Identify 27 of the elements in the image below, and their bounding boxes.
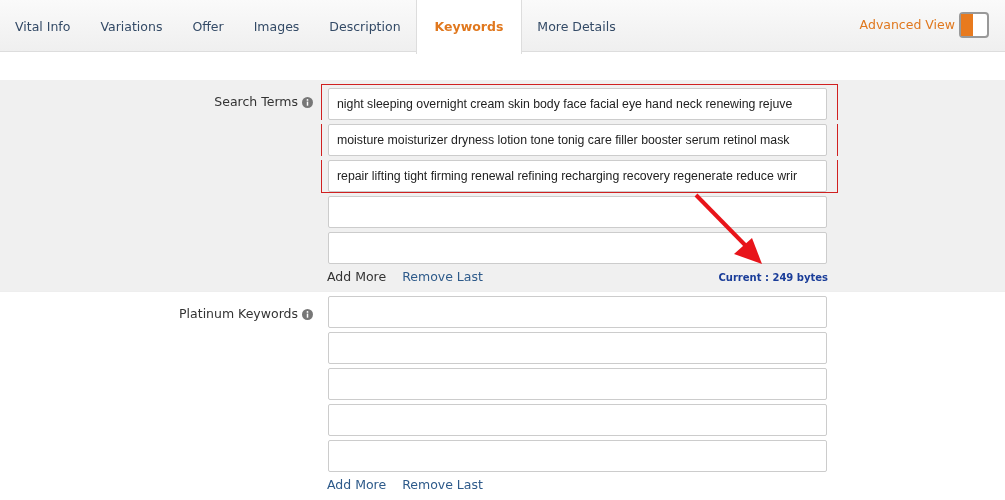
text-field[interactable] — [328, 367, 827, 400]
text-field[interactable] — [328, 295, 827, 328]
text-field[interactable]: night sleeping overnight cream skin body face facial eye hand neck renewing rejuve — [328, 88, 827, 120]
text-field[interactable]: repair lifting tight firming renewal refining recharging recovery regenerate reduce wrir — [328, 160, 827, 192]
info-icon[interactable] — [302, 308, 313, 320]
field-label: Platinum Keywords — [179, 305, 298, 321]
tab[interactable]: Offer — [177, 0, 239, 53]
annotation-arrow — [694, 193, 762, 264]
remove-last-link[interactable]: Remove Last — [402, 475, 483, 495]
text-field[interactable] — [328, 439, 827, 472]
text-field[interactable] — [328, 196, 827, 228]
tab[interactable]: More Details — [522, 0, 631, 53]
toggle-switch[interactable] — [959, 12, 989, 38]
info-icon[interactable] — [302, 97, 313, 108]
text-field[interactable]: moisture moisturizer dryness lotion tone tonig care filler booster serum retinol mask — [328, 124, 827, 156]
tab[interactable]: Description — [314, 0, 416, 53]
add-more-link[interactable]: Add More — [327, 475, 387, 495]
text-field[interactable] — [328, 331, 827, 364]
field-label: Search Terms — [214, 94, 298, 109]
text-field[interactable] — [328, 232, 827, 264]
remove-last-link[interactable]: Remove Last — [402, 268, 483, 287]
text-field[interactable] — [328, 403, 827, 436]
tab[interactable]: Images — [238, 0, 315, 53]
tab[interactable]: Vital Info — [0, 0, 86, 53]
tab[interactable]: Variations — [85, 0, 178, 53]
byte-counter: Current : 249 bytes — [718, 270, 828, 285]
toggle-label: Advanced View — [859, 15, 955, 34]
